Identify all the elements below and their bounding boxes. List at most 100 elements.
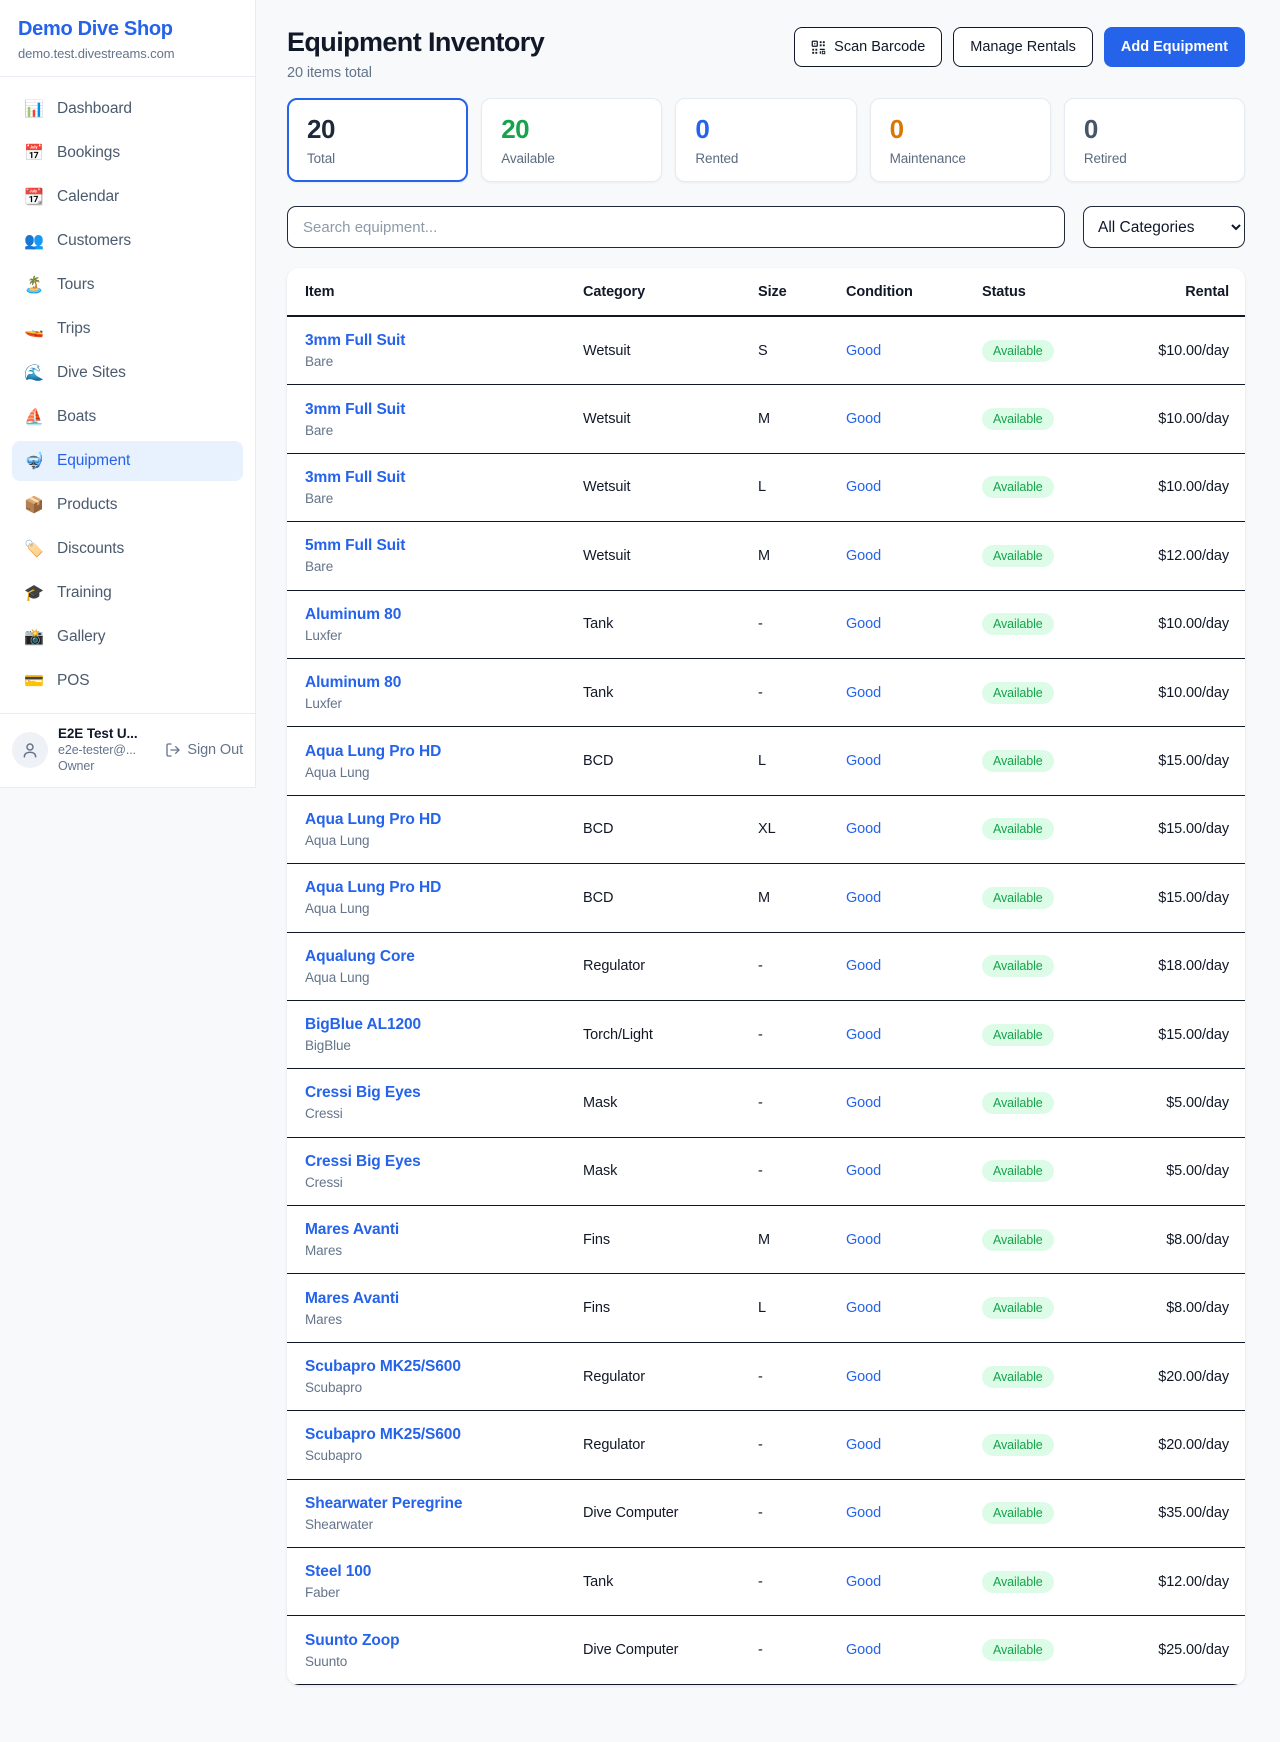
condition-link[interactable]: Good: [846, 1505, 982, 1521]
condition-link[interactable]: Good: [846, 958, 982, 974]
status-badge: Available: [982, 1297, 1054, 1319]
add-equipment-button[interactable]: Add Equipment: [1104, 27, 1245, 67]
status-badge: Available: [982, 1571, 1054, 1593]
item-link[interactable]: Aqua Lung Pro HD: [305, 879, 441, 896]
manage-rentals-button[interactable]: Manage Rentals: [953, 27, 1093, 67]
item-link[interactable]: Cressi Big Eyes: [305, 1084, 421, 1101]
sidebar-item-equipment[interactable]: 🤿 Equipment: [12, 441, 243, 481]
item-link[interactable]: Mares Avanti: [305, 1290, 399, 1307]
item-link[interactable]: BigBlue AL1200: [305, 1016, 421, 1033]
status-badge: Available: [982, 613, 1054, 635]
item-link[interactable]: Aqua Lung Pro HD: [305, 811, 441, 828]
search-input[interactable]: [287, 206, 1065, 248]
condition-link[interactable]: Good: [846, 1163, 982, 1179]
status-cell: Available: [982, 1639, 1134, 1661]
page-header: Equipment Inventory 20 items total Scan …: [287, 27, 1245, 81]
stat-card-maintenance[interactable]: 0 Maintenance: [870, 98, 1051, 182]
sidebar-item-training[interactable]: 🎓 Training: [12, 573, 243, 613]
condition-link[interactable]: Good: [846, 1642, 982, 1658]
item-link[interactable]: Shearwater Peregrine: [305, 1495, 462, 1512]
stat-card-available[interactable]: 20 Available: [481, 98, 662, 182]
sidebar-item-calendar[interactable]: 📆 Calendar: [12, 177, 243, 217]
rental-cell: $35.00/day: [1134, 1505, 1229, 1521]
condition-link[interactable]: Good: [846, 890, 982, 906]
condition-link[interactable]: Good: [846, 548, 982, 564]
item-link[interactable]: 3mm Full Suit: [305, 401, 405, 418]
column-header-size: Size: [758, 284, 846, 300]
rental-cell: $12.00/day: [1134, 548, 1229, 564]
size-cell: -: [758, 685, 846, 701]
stat-card-rented[interactable]: 0 Rented: [675, 98, 856, 182]
item-link[interactable]: Aluminum 80: [305, 674, 401, 691]
sidebar-item-discounts[interactable]: 🏷️ Discounts: [12, 529, 243, 569]
condition-link[interactable]: Good: [846, 1027, 982, 1043]
sidebar-item-label: Equipment: [57, 452, 130, 470]
sidebar-item-pos[interactable]: 💳 POS: [12, 661, 243, 701]
boats-icon: ⛵: [24, 407, 44, 427]
shop-domain: demo.test.divestreams.com: [18, 46, 237, 61]
item-link[interactable]: Scubapro MK25/S600: [305, 1426, 461, 1443]
bookings-icon: 📅: [24, 143, 44, 163]
sidebar-item-label: Customers: [57, 232, 131, 250]
sidebar: Demo Dive Shop demo.test.divestreams.com…: [0, 0, 256, 788]
sidebar-item-gallery[interactable]: 📸 Gallery: [12, 617, 243, 657]
item-link[interactable]: Steel 100: [305, 1563, 371, 1580]
stat-card-retired[interactable]: 0 Retired: [1064, 98, 1245, 182]
condition-link[interactable]: Good: [846, 411, 982, 427]
condition-link[interactable]: Good: [846, 616, 982, 632]
scan-barcode-button[interactable]: Scan Barcode: [794, 27, 942, 67]
condition-link[interactable]: Good: [846, 343, 982, 359]
page-subtitle: 20 items total: [287, 65, 544, 81]
condition-link[interactable]: Good: [846, 821, 982, 837]
sidebar-item-trips[interactable]: 🚤 Trips: [12, 309, 243, 349]
page-title: Equipment Inventory: [287, 27, 544, 58]
condition-link[interactable]: Good: [846, 1369, 982, 1385]
condition-link[interactable]: Good: [846, 1574, 982, 1590]
item-link[interactable]: Cressi Big Eyes: [305, 1153, 421, 1170]
sidebar-item-boats[interactable]: ⛵ Boats: [12, 397, 243, 437]
item-cell: BigBlue AL1200 BigBlue: [305, 1016, 583, 1053]
item-link[interactable]: Scubapro MK25/S600: [305, 1358, 461, 1375]
category-select[interactable]: All Categories: [1083, 206, 1245, 248]
rental-cell: $10.00/day: [1134, 685, 1229, 701]
sidebar-item-customers[interactable]: 👥 Customers: [12, 221, 243, 261]
item-brand: Shearwater: [305, 1517, 583, 1532]
sidebar-item-products[interactable]: 📦 Products: [12, 485, 243, 525]
condition-link[interactable]: Good: [846, 1232, 982, 1248]
size-cell: -: [758, 1163, 846, 1179]
category-cell: Regulator: [583, 1437, 758, 1453]
table-row: Scubapro MK25/S600 Scubapro Regulator - …: [287, 1411, 1245, 1479]
stat-card-total[interactable]: 20 Total: [287, 98, 468, 182]
item-link[interactable]: 3mm Full Suit: [305, 469, 405, 486]
equipment-table: Item Category Size Condition Status Rent…: [287, 268, 1245, 1685]
item-cell: Cressi Big Eyes Cressi: [305, 1084, 583, 1121]
user-role: Owner: [58, 759, 155, 773]
sidebar-item-tours[interactable]: 🏝️ Tours: [12, 265, 243, 305]
item-link[interactable]: Aluminum 80: [305, 606, 401, 623]
condition-link[interactable]: Good: [846, 1095, 982, 1111]
item-link[interactable]: 3mm Full Suit: [305, 332, 405, 349]
item-cell: Shearwater Peregrine Shearwater: [305, 1495, 583, 1532]
status-badge: Available: [982, 408, 1054, 430]
condition-link[interactable]: Good: [846, 1437, 982, 1453]
item-link[interactable]: Aqua Lung Pro HD: [305, 743, 441, 760]
sidebar-item-dive-sites[interactable]: 🌊 Dive Sites: [12, 353, 243, 393]
condition-link[interactable]: Good: [846, 753, 982, 769]
item-link[interactable]: Aqualung Core: [305, 948, 415, 965]
category-cell: BCD: [583, 753, 758, 769]
condition-link[interactable]: Good: [846, 1300, 982, 1316]
item-link[interactable]: 5mm Full Suit: [305, 537, 405, 554]
table-row: Scubapro MK25/S600 Scubapro Regulator - …: [287, 1343, 1245, 1411]
item-link[interactable]: Suunto Zoop: [305, 1632, 399, 1649]
condition-link[interactable]: Good: [846, 685, 982, 701]
sidebar-item-bookings[interactable]: 📅 Bookings: [12, 133, 243, 173]
sidebar-item-dashboard[interactable]: 📊 Dashboard: [12, 89, 243, 129]
item-brand: Aqua Lung: [305, 765, 583, 780]
sign-out-button[interactable]: Sign Out: [165, 742, 243, 758]
item-link[interactable]: Mares Avanti: [305, 1221, 399, 1238]
table-row: Mares Avanti Mares Fins M Good Available…: [287, 1206, 1245, 1274]
status-cell: Available: [982, 1229, 1134, 1251]
sidebar-item-label: Gallery: [57, 628, 105, 646]
condition-link[interactable]: Good: [846, 479, 982, 495]
sidebar-item-label: POS: [57, 672, 89, 690]
